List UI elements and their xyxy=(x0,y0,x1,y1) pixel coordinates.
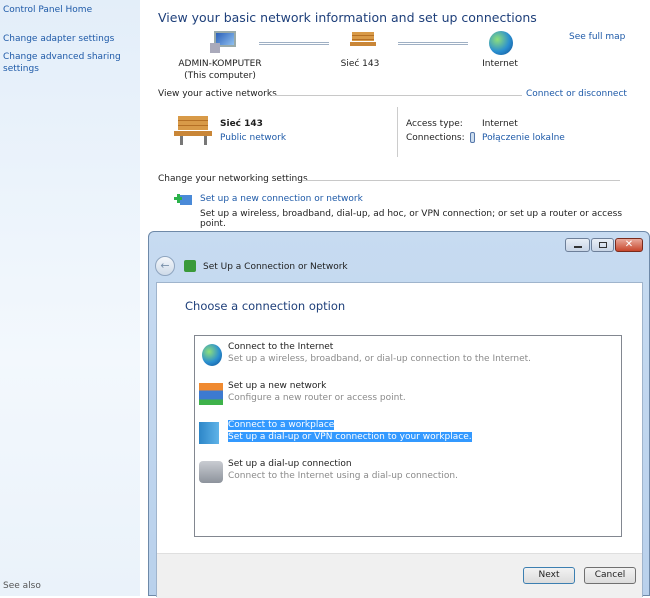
option-connect-workplace[interactable]: Connect to a workplace Set up a dial-up o… xyxy=(199,418,619,448)
telephone-icon xyxy=(199,461,223,483)
bench-network-icon xyxy=(350,32,376,52)
change-settings-header: Change your networking settings xyxy=(158,174,308,184)
sidebar-change-sharing-2[interactable]: settings xyxy=(3,64,39,74)
map-computer-label: ADMIN-KOMPUTER xyxy=(178,59,262,69)
option-connect-internet[interactable]: Connect to the Internet Set up a wireless… xyxy=(199,340,619,370)
map-computer-sublabel: (This computer) xyxy=(184,71,256,81)
computer-icon xyxy=(210,31,238,53)
active-networks-header: View your active networks xyxy=(158,89,277,99)
map-internet-label: Internet xyxy=(482,59,518,69)
page-title: View your basic network information and … xyxy=(158,10,537,25)
option-title: Connect to the Internet xyxy=(228,342,334,352)
next-button[interactable]: Next xyxy=(523,567,575,584)
option-desc: Configure a new router or access point. xyxy=(228,393,406,403)
close-button[interactable]: ✕ xyxy=(615,238,643,252)
option-desc: Connect to the Internet using a dial-up … xyxy=(228,471,458,481)
map-network-label: Sieć 143 xyxy=(340,59,380,69)
dialog-title: Set Up a Connection or Network xyxy=(203,262,348,272)
router-icon xyxy=(199,383,223,405)
maximize-button[interactable] xyxy=(591,238,614,252)
access-type-label: Access type: xyxy=(406,119,463,129)
option-title: Set up a dial-up connection xyxy=(228,459,352,469)
minimize-button[interactable] xyxy=(565,238,590,252)
cancel-button[interactable]: Cancel xyxy=(584,567,636,584)
network-type-link[interactable]: Public network xyxy=(220,133,286,143)
setup-connection-dialog: ✕ ← Set Up a Connection or Network Choos… xyxy=(148,231,650,598)
sidebar-change-sharing[interactable]: Change advanced sharing xyxy=(3,52,121,62)
dialog-footer: Next Cancel xyxy=(157,553,642,598)
back-arrow-icon[interactable]: ← xyxy=(155,256,175,276)
option-new-network[interactable]: Set up a new network Configure a new rout… xyxy=(199,379,619,409)
ethernet-icon xyxy=(470,132,475,143)
see-full-map-link[interactable]: See full map xyxy=(569,32,625,42)
option-desc: Set up a dial-up or VPN connection to yo… xyxy=(228,432,472,442)
access-type-value: Internet xyxy=(482,119,518,129)
connections-label: Connections: xyxy=(406,133,465,143)
option-desc: Set up a wireless, broadband, or dial-up… xyxy=(228,354,532,364)
setup-new-connection-link[interactable]: Set up a new connection or network xyxy=(200,194,363,204)
dialog-content: Choose a connection option Connect to th… xyxy=(156,282,643,598)
new-connection-icon xyxy=(174,193,192,209)
sidebar: Control Panel Home Change adapter settin… xyxy=(0,0,140,596)
public-network-bench-icon xyxy=(174,116,212,146)
option-dial-up[interactable]: Set up a dial-up connection Connect to th… xyxy=(199,457,619,487)
option-title: Connect to a workplace xyxy=(228,420,335,430)
active-network-name: Sieć 143 xyxy=(220,119,263,129)
dialog-heading: Choose a connection option xyxy=(185,299,346,313)
connect-disconnect-link[interactable]: Connect or disconnect xyxy=(526,89,627,99)
setup-description: Set up a wireless, broadband, dial-up, a… xyxy=(200,209,623,229)
see-also-label: See also xyxy=(3,581,41,591)
sidebar-control-panel-home[interactable]: Control Panel Home xyxy=(3,5,92,15)
option-title: Set up a new network xyxy=(228,381,327,391)
workplace-building-icon xyxy=(199,422,219,444)
globe-arrow-icon xyxy=(202,344,222,366)
network-setup-icon xyxy=(184,260,196,272)
internet-globe-icon xyxy=(489,31,513,55)
sidebar-change-adapter[interactable]: Change adapter settings xyxy=(3,34,114,44)
local-connection-link[interactable]: Połączenie lokalne xyxy=(482,133,565,143)
connection-options-list: Connect to the Internet Set up a wireless… xyxy=(194,335,622,537)
